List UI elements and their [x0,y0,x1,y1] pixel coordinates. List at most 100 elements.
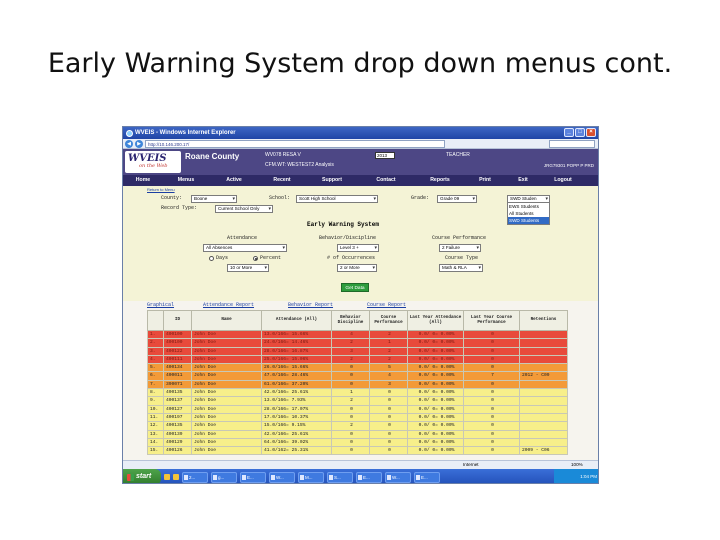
taskbar-task-button[interactable]: E... [414,471,440,483]
table-cell: 15. [147,446,164,456]
get-data-button[interactable]: Get Data [341,283,369,292]
menu-menus[interactable]: Menus [163,177,209,184]
table-row[interactable]: 1. 400100 John Doe 13.0/166= 15.66% 4 2 0.0/ 0… [147,329,568,340]
col-header-attendance: Attendance (All) [261,310,332,331]
maximize-icon[interactable]: □ [575,128,585,137]
wveis-logo[interactable]: WVEIS on the Web [125,151,181,173]
table-cell: John Doe [191,429,262,439]
menu-reports[interactable]: Reports [413,177,467,184]
percent-radio[interactable] [253,256,258,261]
table-row[interactable]: 3. 400122 John Doe 28.0/166= 16.87% 3 2 0.0/ 0… [147,346,568,356]
table-row[interactable]: 9. 400137 John Doe 13.0/166= 7.93% 2 0 0.0/ 0=… [147,396,568,406]
table-cell: 0.0/ 0= 0.00% [407,354,464,365]
menu-exit[interactable]: Exit [503,177,543,184]
table-cell: 0 [331,371,370,381]
zoom-level[interactable]: 100% [571,462,583,467]
search-input[interactable] [549,139,595,148]
forward-arrow-icon[interactable]: ▶ [135,139,143,148]
behavior-select[interactable]: Level 3 + [337,244,379,252]
table-cell: 0 [463,429,520,439]
table-cell: 47.0/166= 28.46% [261,371,332,381]
minimize-icon[interactable]: _ [564,128,574,137]
table-cell: John Doe [191,421,262,431]
year-select[interactable]: 2013 [375,152,395,159]
main-content: Return to Menu County: Boone School: Sco… [123,186,598,470]
table-cell: 0 [463,363,520,373]
quicklaunch-icon[interactable] [164,474,170,480]
table-cell: 0.0/ 0= 0.00% [407,346,464,356]
table-row[interactable]: 14. 400129 John Doe 64.0/166= 39.02% 0 0 0.0/ … [147,437,568,448]
table-row[interactable]: 11. 400197 John Doe 17.0/166= 10.37% 0 0 0.0/ … [147,412,568,423]
taskbar-task-button[interactable]: E... [356,471,382,483]
taskbar-task-button[interactable]: E... [240,471,266,483]
table-cell: 0 [331,412,370,423]
taskbar-task-button[interactable]: S... [327,471,353,483]
return-to-menu-link[interactable]: Return to Menu [147,187,175,193]
table-cell: John Doe [191,412,262,423]
menu-home[interactable]: Home [123,177,163,184]
menu-contact[interactable]: Contact [359,177,413,184]
table-cell [519,421,568,431]
taskbar-task-button[interactable]: M... [298,471,324,483]
tab-behavior-report[interactable]: Behavior Report [288,302,333,309]
days-radio[interactable] [209,256,214,261]
table-cell: 0 [331,379,370,390]
url-input[interactable]: http://10.146.200.17/ [145,139,445,148]
menu-active[interactable]: Active [209,177,259,184]
table-cell: 2 [369,346,408,356]
table-cell: 4 [331,329,370,340]
table-cell: 0 [463,388,520,398]
tab-attendance-report[interactable]: Attendance Report [203,302,254,309]
table-cell: John Doe [191,371,262,381]
table-cell: 0 [331,363,370,373]
menu-recent[interactable]: Recent [259,177,305,184]
table-row[interactable]: 13. 400139 John Doe 42.0/166= 25.61% 0 0 0.0/ … [147,429,568,439]
table-cell: 400100 [163,329,192,340]
table-cell: 0 [463,338,520,348]
menu-support[interactable]: Support [305,177,359,184]
county-select[interactable]: Boone [191,195,237,203]
days-threshold-select[interactable]: 10 or More [227,264,269,272]
grade-select[interactable]: Grade 09 [437,195,477,203]
table-cell: John Doe [191,446,262,456]
table-cell: 0 [331,437,370,448]
menu-logout[interactable]: Logout [543,177,583,184]
tab-graphical[interactable]: Graphical [147,302,174,309]
table-cell: 0 [463,396,520,406]
taskbar-task-button[interactable]: W... [269,471,295,483]
course-type-select[interactable]: Math & RLA [439,264,483,272]
student-type-dropdown: EWS Students All Students SWD Students [507,202,550,225]
option-swd-students[interactable]: SWD Students [508,217,549,224]
course-performance-select[interactable]: 2 Failure [439,244,481,252]
table-row[interactable]: 12. 400135 John Doe 15.0/166= 9.15% 2 0 0.0/ 0… [147,421,568,431]
occurrences-select[interactable]: 2 or More [337,264,377,272]
option-ews-students[interactable]: EWS Students [508,203,549,210]
table-cell [519,404,568,414]
school-select[interactable]: Scott High School [296,195,378,203]
attendance-select[interactable]: All Absences [203,244,287,252]
back-arrow-icon[interactable]: ◀ [125,139,133,148]
start-button[interactable]: start [123,469,161,483]
table-cell: 0 [463,437,520,448]
table-cell: 0.0/ 0= 0.00% [407,396,464,406]
table-row[interactable]: 10. 400127 John Doe 28.0/166= 17.07% 0 0 0.0/ … [147,404,568,414]
option-all-students[interactable]: All Students [508,210,549,217]
table-row[interactable]: 2. 400100 John Doe 24.0/166= 14.46% 2 1 0.0/ 0… [147,338,568,348]
table-row[interactable]: 8. 400135 John Doe 42.0/166= 25.61% 1 0 0.0/ 0… [147,388,568,398]
record-type-label: Record Type: [161,205,198,211]
record-type-select[interactable]: Current School Only [215,205,273,213]
taskbar-buttons: 2... g... E... W... M... S... E... W... E... [179,471,440,483]
taskbar-task-button[interactable]: g... [211,471,237,483]
table-cell: 0 [463,412,520,423]
table-row[interactable]: 4. 400111 John Doe 25.0/166= 15.06% 2 2 0.0/ 0… [147,354,568,365]
menu-print[interactable]: Print [467,177,503,184]
taskbar-task-button[interactable]: 2... [182,471,208,483]
table-row[interactable]: 7. 390071 John Doe 61.0/166= 37.20% 0 3 0.0/ 0… [147,379,568,390]
taskbar-task-button[interactable]: W... [385,471,411,483]
table-row[interactable]: 5. 400134 John Doe 26.0/166= 15.66% 0 5 0.0/ 0… [147,363,568,373]
course-type-label: Course Type [445,255,479,261]
table-row[interactable]: 6. 400011 John Doe 47.0/166= 28.46% 0 4 0.0/ 0… [147,371,568,381]
close-icon[interactable]: × [586,128,596,137]
table-row[interactable]: 15. 400126 John Doe 41.0/162= 25.31% 0 0 0.0/ … [147,446,568,456]
tab-course-report[interactable]: Course Report [367,302,406,309]
